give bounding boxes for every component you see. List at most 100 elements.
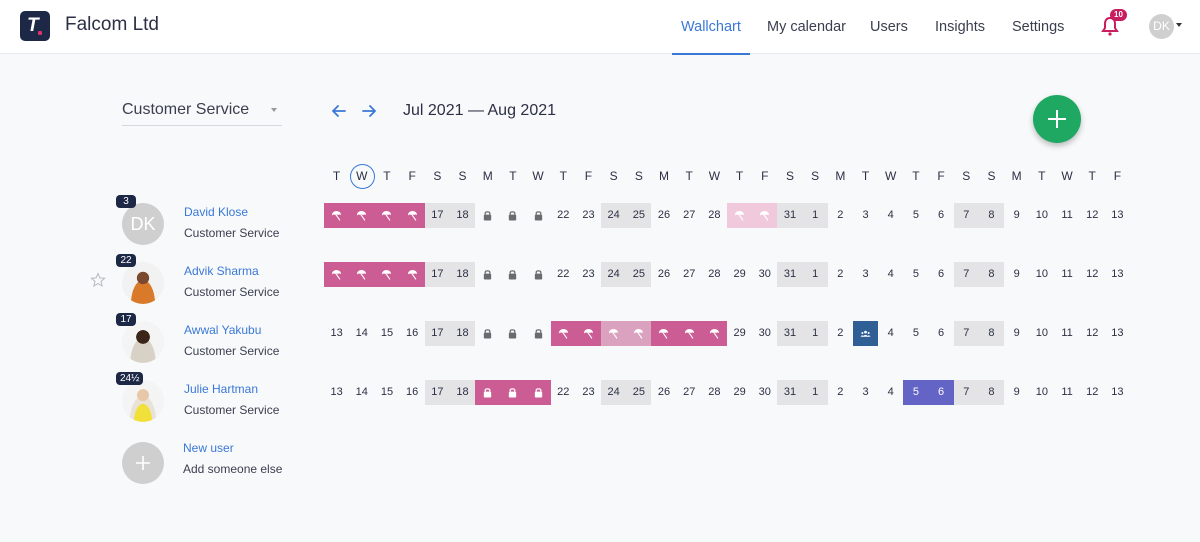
holiday-cell[interactable] — [374, 203, 400, 228]
day-cell[interactable]: 10 — [1029, 262, 1054, 287]
locked-day-cell[interactable] — [475, 262, 500, 287]
user-avatar[interactable] — [122, 321, 164, 363]
nav-settings[interactable]: Settings — [1012, 0, 1064, 54]
day-cell[interactable]: 31 — [777, 203, 803, 228]
day-cell[interactable]: 17 — [424, 262, 450, 287]
add-user-avatar[interactable] — [122, 442, 164, 484]
locked-day-cell[interactable] — [475, 203, 500, 228]
locked-day-cell[interactable] — [500, 321, 525, 346]
day-cell[interactable]: 6 — [929, 203, 954, 228]
day-cell[interactable]: 8 — [978, 262, 1005, 287]
day-cell[interactable]: 9 — [1004, 380, 1029, 405]
nav-users[interactable]: Users — [870, 0, 908, 54]
locked-holiday-cell[interactable] — [475, 380, 501, 405]
day-cell[interactable]: 12 — [1080, 262, 1105, 287]
day-cell[interactable]: 1 — [802, 203, 828, 228]
locked-holiday-cell[interactable] — [525, 380, 551, 405]
user-name-link[interactable]: Awwal Yakubu — [184, 323, 261, 337]
day-cell[interactable]: 29 — [727, 380, 752, 405]
holiday-cell[interactable] — [575, 321, 602, 346]
day-cell[interactable]: 13 — [1105, 203, 1130, 228]
day-cell[interactable]: 8 — [978, 321, 1005, 346]
nav-wallchart[interactable]: Wallchart — [672, 0, 750, 55]
day-cell[interactable]: 29 — [727, 321, 752, 346]
day-cell[interactable]: 13 — [324, 321, 349, 346]
arrow-right-icon[interactable] — [361, 103, 377, 119]
day-cell[interactable]: 11 — [1054, 262, 1079, 287]
day-cell[interactable]: 17 — [424, 321, 450, 346]
user-name-link[interactable]: Advik Sharma — [184, 264, 259, 278]
day-cell[interactable]: 16 — [400, 321, 425, 346]
day-cell[interactable]: 1 — [802, 380, 828, 405]
user-avatar[interactable]: DK — [122, 203, 164, 245]
department-select[interactable]: Customer Service — [122, 96, 282, 126]
day-cell[interactable]: 14 — [349, 380, 374, 405]
day-cell[interactable]: 23 — [576, 262, 601, 287]
day-cell[interactable]: 12 — [1080, 380, 1105, 405]
day-cell[interactable]: 3 — [853, 262, 878, 287]
arrow-left-icon[interactable] — [331, 103, 347, 119]
day-cell[interactable]: 28 — [702, 380, 727, 405]
nav-my-calendar[interactable]: My calendar — [767, 0, 846, 54]
holiday-cell[interactable] — [374, 262, 400, 287]
holiday-cell[interactable] — [626, 321, 652, 346]
day-cell[interactable]: 14 — [349, 321, 374, 346]
day-cell[interactable]: 12 — [1080, 321, 1105, 346]
day-cell[interactable]: 6 — [929, 321, 954, 346]
day-cell[interactable]: 13 — [1105, 321, 1130, 346]
day-cell[interactable]: 2 — [828, 203, 853, 228]
day-cell[interactable]: 7 — [953, 203, 979, 228]
day-cell[interactable]: 6 — [929, 262, 954, 287]
day-cell[interactable]: 15 — [374, 380, 399, 405]
out-of-office-cell[interactable]: 5 — [903, 380, 929, 405]
day-cell[interactable]: 23 — [576, 380, 601, 405]
pending-holiday-cell[interactable] — [727, 203, 753, 228]
day-cell[interactable]: 27 — [677, 262, 702, 287]
day-cell[interactable]: 27 — [677, 380, 702, 405]
day-cell[interactable]: 26 — [651, 203, 676, 228]
day-cell[interactable]: 30 — [752, 380, 777, 405]
day-cell[interactable]: 12 — [1080, 203, 1105, 228]
day-cell[interactable]: 4 — [878, 262, 903, 287]
day-cell[interactable]: 24 — [601, 203, 627, 228]
holiday-cell[interactable] — [324, 203, 350, 228]
day-cell[interactable]: 30 — [752, 321, 777, 346]
star-icon[interactable] — [90, 272, 106, 288]
day-cell[interactable]: 28 — [702, 203, 727, 228]
day-cell[interactable]: 28 — [702, 262, 727, 287]
locked-day-cell[interactable] — [500, 262, 525, 287]
holiday-cell[interactable] — [550, 321, 576, 346]
day-cell[interactable]: 31 — [777, 380, 803, 405]
day-cell[interactable]: 22 — [551, 262, 576, 287]
nav-insights[interactable]: Insights — [935, 0, 985, 54]
day-cell[interactable]: 18 — [449, 380, 476, 405]
day-cell[interactable]: 22 — [551, 380, 576, 405]
user-name-link[interactable]: Julie Hartman — [184, 382, 258, 396]
user-avatar[interactable] — [122, 262, 164, 304]
locked-day-cell[interactable] — [526, 262, 551, 287]
day-cell[interactable]: 31 — [777, 321, 803, 346]
day-cell[interactable]: 5 — [903, 262, 928, 287]
day-cell[interactable]: 23 — [576, 203, 601, 228]
day-cell[interactable]: 24 — [601, 262, 627, 287]
locked-day-cell[interactable] — [500, 203, 525, 228]
day-cell[interactable]: 13 — [324, 380, 349, 405]
day-cell[interactable]: 22 — [551, 203, 576, 228]
day-cell[interactable]: 18 — [449, 321, 476, 346]
day-cell[interactable]: 25 — [626, 262, 652, 287]
day-cell[interactable]: 1 — [802, 321, 828, 346]
day-cell[interactable]: 3 — [853, 203, 878, 228]
day-cell[interactable]: 11 — [1054, 321, 1079, 346]
holiday-cell[interactable] — [651, 321, 677, 346]
meeting-cell[interactable] — [852, 321, 879, 346]
day-cell[interactable]: 26 — [651, 380, 676, 405]
new-user-link[interactable]: New user — [183, 441, 234, 455]
day-cell[interactable]: 2 — [828, 321, 853, 346]
holiday-cell[interactable] — [399, 203, 425, 228]
day-cell[interactable]: 7 — [953, 380, 979, 405]
day-cell[interactable]: 26 — [651, 262, 676, 287]
day-cell[interactable]: 1 — [802, 262, 828, 287]
holiday-cell[interactable] — [349, 262, 375, 287]
day-cell[interactable]: 2 — [828, 380, 853, 405]
add-booking-button[interactable] — [1033, 95, 1081, 143]
